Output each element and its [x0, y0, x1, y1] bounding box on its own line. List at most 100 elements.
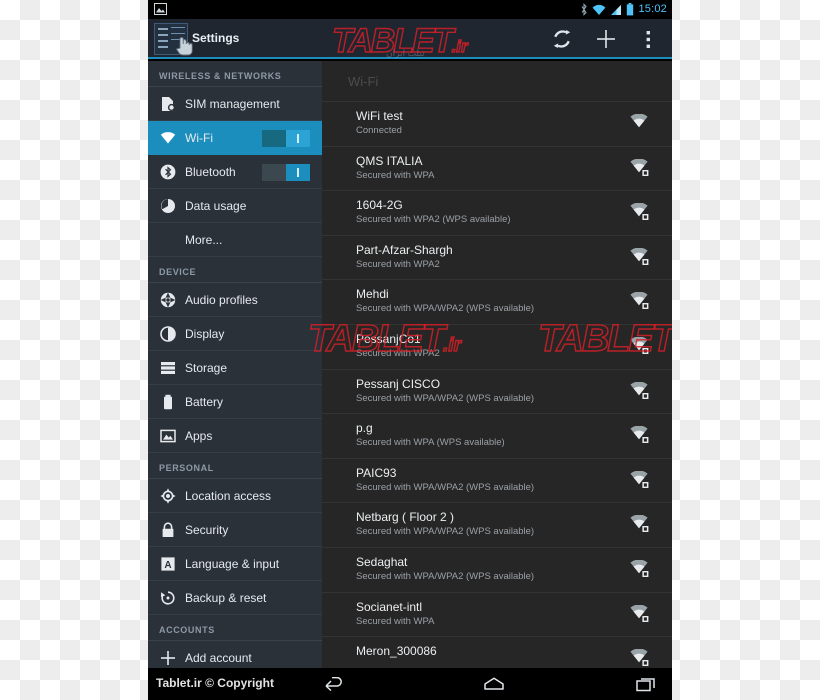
svg-text:A: A — [164, 560, 171, 571]
sidebar-item-language-input[interactable]: A Language & input — [148, 547, 322, 581]
back-arrow-icon — [325, 677, 342, 691]
location-crosshair-icon — [159, 487, 176, 504]
settings-sidebar[interactable]: WIRELESS & NETWORKS SIM management Wi-Fi … — [148, 61, 322, 668]
scan-button[interactable] — [540, 19, 584, 59]
sidebar-item-add-account[interactable]: Add account — [148, 641, 322, 668]
sidebar-item-sim-management[interactable]: SIM management — [148, 87, 322, 121]
page-title: Settings — [192, 31, 240, 45]
wifi-network-item[interactable]: QMS ITALIA Secured with WPA — [322, 145, 672, 191]
sidebar-item-backup-reset[interactable]: Backup & reset — [148, 581, 322, 615]
sidebar-item-data-usage[interactable]: Data usage — [148, 189, 322, 223]
wifi-signal-lock-icon — [628, 336, 650, 355]
sidebar-item-storage[interactable]: Storage — [148, 351, 322, 385]
wifi-network-item[interactable]: Socianet-intl Secured with WPA — [322, 591, 672, 637]
nav-home-button[interactable] — [466, 668, 522, 700]
wifi-network-item[interactable]: Part-Afzar-Shargh Secured with WPA2 — [322, 234, 672, 280]
wifi-signal-lock-icon — [628, 425, 650, 444]
wifi-ssid: Mehdi — [356, 287, 389, 302]
toggle-switch-on[interactable] — [262, 164, 310, 181]
wifi-network-item[interactable]: PessanjCo1 Secured with WPA2 — [322, 323, 672, 369]
sidebar-item-more[interactable]: More... — [148, 223, 322, 257]
wifi-security-status: Secured with WPA/WPA2 (WPS available) — [356, 392, 535, 404]
toggle-switch-on[interactable] — [262, 130, 310, 147]
wifi-network-item[interactable]: Netbarg ( Floor 2 ) Secured with WPA/WPA2… — [322, 502, 672, 547]
sidebar-item-label: Storage — [185, 360, 228, 375]
wifi-network-item[interactable]: p.g Secured with WPA (WPS available) — [322, 413, 672, 458]
audio-profiles-icon — [159, 291, 176, 308]
sidebar-item-security[interactable]: Security — [148, 513, 322, 547]
wifi-signal-lock-icon — [628, 158, 650, 177]
wifi-ssid: Socianet-intl — [356, 599, 423, 614]
wifi-network-item[interactable]: Sedaghat Secured with WPA/WPA2 (WPS avail… — [322, 546, 672, 592]
more-vertical-icon — [646, 30, 650, 48]
sidebar-section-header: DEVICE — [148, 257, 322, 283]
sidebar-item-label: Location access — [185, 488, 272, 503]
wifi-network-item[interactable]: Pessanj CISCO Secured with WPA/WPA2 (WPS … — [322, 368, 672, 414]
wifi-network-item[interactable]: WiFi test Connected — [322, 101, 672, 146]
sidebar-section-header: PERSONAL — [148, 453, 322, 479]
sidebar-section-header: ACCOUNTS — [148, 615, 322, 641]
sidebar-item-audio-profiles[interactable]: Audio profiles — [148, 283, 322, 317]
sidebar-item-location-access[interactable]: Location access — [148, 479, 322, 513]
sidebar-item-label: Bluetooth — [185, 164, 236, 179]
sidebar-item-battery[interactable]: Battery — [148, 385, 322, 419]
sim-card-icon — [159, 95, 176, 112]
sidebar-item-label: Add account — [185, 650, 252, 665]
wifi-ssid: Netbarg ( Floor 2 ) — [356, 510, 455, 525]
sidebar-item-label: More... — [185, 232, 223, 247]
sidebar-item-bluetooth[interactable]: Bluetooth — [148, 155, 322, 189]
sidebar-item-label: Battery — [185, 394, 224, 409]
bluetooth-icon — [580, 3, 588, 16]
wifi-ssid: 1604-2G — [356, 198, 403, 213]
wifi-network-item[interactable]: Mehdi Secured with WPA/WPA2 (WPS availabl… — [322, 279, 672, 324]
wifi-ssid: WiFi test — [356, 109, 403, 123]
wifi-signal-lock-icon — [628, 470, 650, 489]
wifi-security-status: Secured with WPA/WPA2 (WPS available) — [356, 481, 535, 493]
wifi-security-status: Secured with WPA2 — [356, 347, 440, 359]
sidebar-item-label: Apps — [185, 428, 213, 443]
wifi-network-item[interactable]: Meron_300086 — [322, 636, 672, 668]
wifi-signal-lock-icon — [628, 559, 650, 578]
nav-recent-button[interactable] — [618, 668, 672, 700]
wifi-ssid: Part-Afzar-Shargh — [356, 242, 453, 257]
sidebar-item-label: SIM management — [185, 96, 280, 111]
wifi-signal-lock-icon — [628, 648, 650, 667]
sidebar-item-display[interactable]: Display — [148, 317, 322, 351]
wifi-ssid: Meron_300086 — [356, 644, 437, 659]
wifi-security-status: Secured with WPA (WPS available) — [356, 437, 505, 449]
nav-back-button[interactable] — [306, 668, 362, 700]
wifi-icon — [159, 129, 176, 146]
copyright-text: Tablet.ir © Copyright — [156, 676, 274, 690]
recent-apps-icon — [636, 677, 655, 691]
sidebar-item-apps[interactable]: Apps — [148, 419, 322, 453]
wifi-signal-lock-icon — [628, 291, 650, 310]
add-network-button[interactable] — [584, 19, 628, 59]
bottom-bar: Tablet.ir © Copyright — [148, 668, 672, 700]
wifi-network-list[interactable]: WiFi test Connected QMS ITALIA Secured wit… — [322, 101, 672, 668]
wifi-ssid: PAIC93 — [356, 465, 397, 480]
wifi-signal-lock-icon — [628, 604, 650, 623]
sidebar-item-label: Security — [185, 522, 229, 537]
wifi-section-title: Wi-Fi — [348, 74, 379, 89]
battery-icon — [159, 393, 176, 410]
wifi-ssid: Sedaghat — [356, 554, 408, 569]
refresh-scan-icon — [553, 30, 571, 48]
wifi-ssid: QMS ITALIA — [356, 153, 423, 168]
wifi-security-status: Secured with WPA/WPA2 (WPS available) — [356, 526, 535, 538]
wifi-signal-lock-icon — [628, 381, 650, 400]
wifi-network-item[interactable]: 1604-2G Secured with WPA2 (WPS available) — [322, 190, 672, 235]
wifi-ssid: PessanjCo1 — [356, 331, 421, 346]
image-icon — [154, 3, 167, 15]
backup-restore-icon — [159, 589, 176, 606]
sidebar-item-wi-fi[interactable]: Wi-Fi — [148, 121, 322, 155]
wifi-network-item[interactable]: PAIC93 Secured with WPA/WPA2 (WPS availab… — [322, 457, 672, 503]
wifi-security-status: Secured with WPA — [356, 615, 435, 627]
plus-icon — [597, 30, 615, 48]
sidebar-item-label: Wi-Fi — [185, 130, 213, 145]
wifi-content-pane[interactable]: Wi-Fi WiFi test Connected QMS ITALIA Secur… — [322, 61, 672, 668]
wifi-signal-lock-icon — [628, 247, 650, 266]
plus-icon — [159, 649, 176, 666]
status-clock: 15:02 — [638, 3, 667, 15]
language-a-icon: A — [159, 555, 176, 572]
overflow-menu-button[interactable] — [626, 19, 670, 59]
